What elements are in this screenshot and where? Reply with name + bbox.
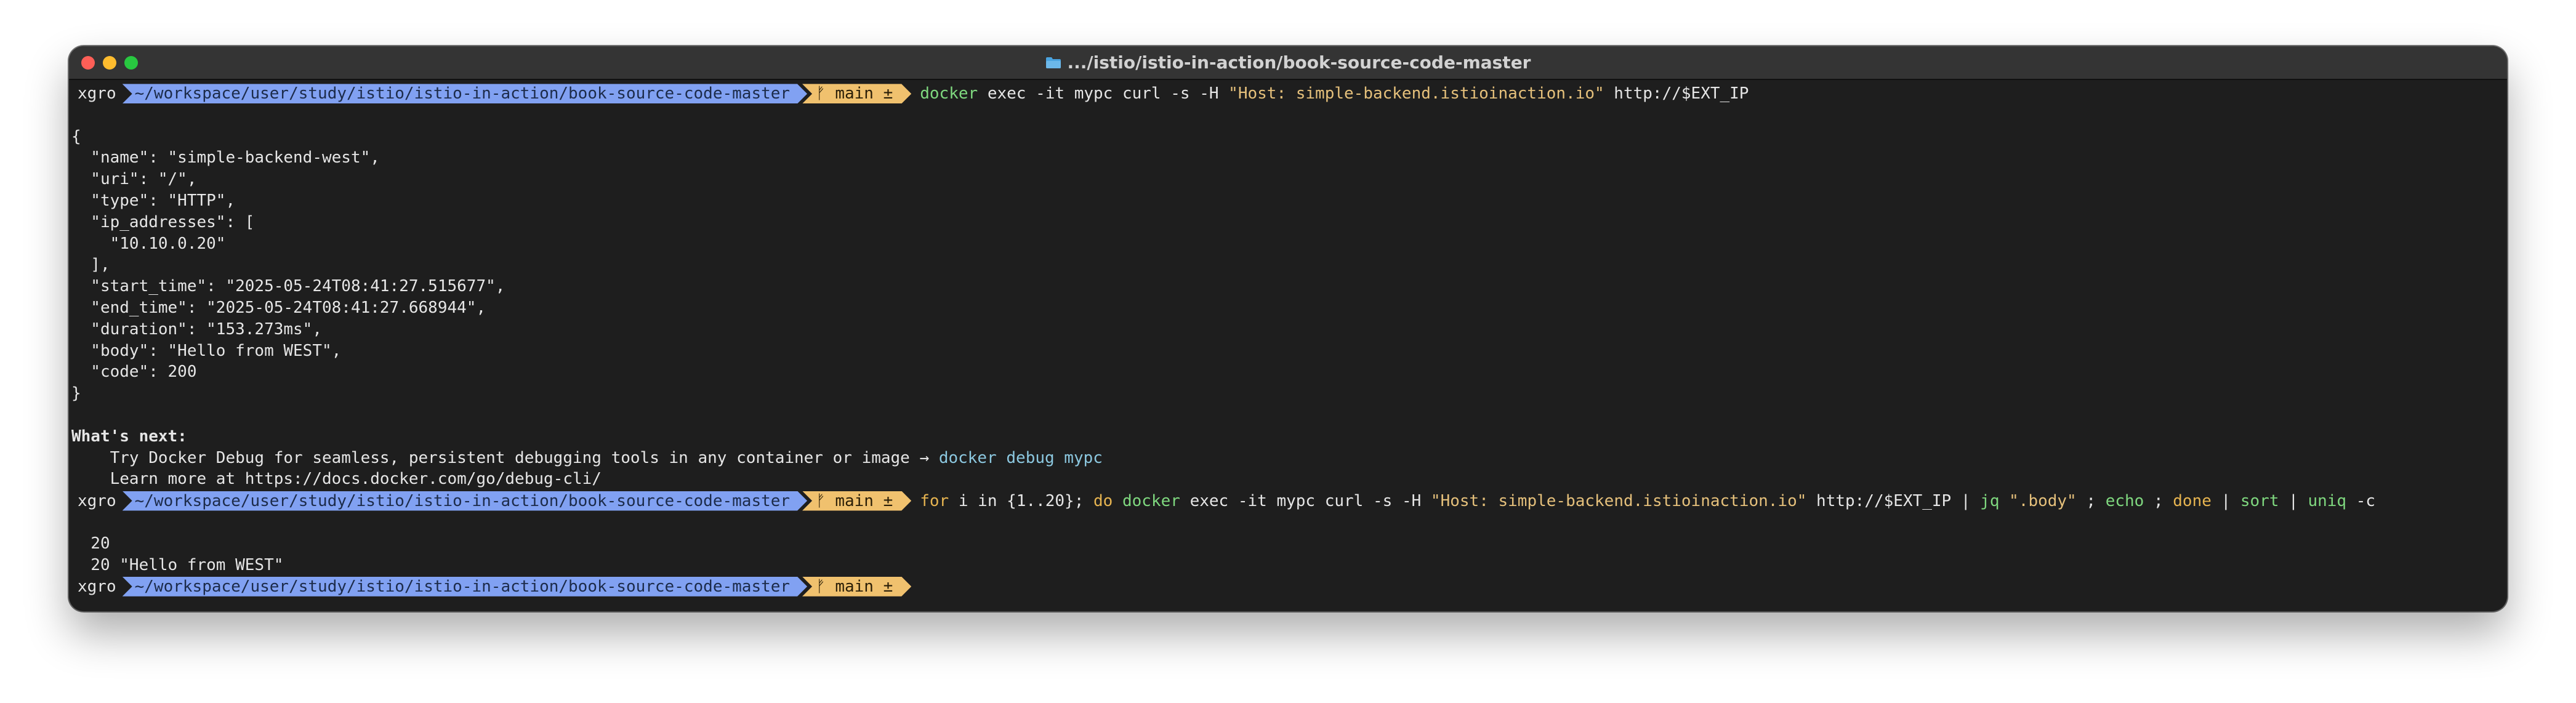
prompt-git-branch: ᚠ main ± (802, 577, 911, 597)
command-1: docker exec -it mypc curl -s -H "Host: s… (920, 84, 1749, 103)
whats-next-learn-more: Learn more at https://docs.docker.com/go… (71, 470, 602, 489)
prompt-path: ~/workspace/user/study/istio/istio-in-ac… (123, 577, 807, 597)
prompt-path: ~/workspace/user/study/istio/istio-in-ac… (123, 84, 807, 103)
whats-next-heading: What's next: (71, 427, 187, 446)
docker-whats-next: What's next: Try Docker Debug for seamle… (71, 426, 2505, 490)
prompt-line-3[interactable]: xgro ~/workspace/user/study/istio/istio-… (71, 576, 2505, 597)
prompt-user: xgro (78, 84, 116, 103)
whats-next-tip: Try Docker Debug for seamless, persisten… (71, 448, 1103, 467)
window-title-text: .../istio/istio-in-action/book-source-co… (1067, 52, 1531, 73)
prompt-user: xgro (78, 491, 116, 510)
prompt-git-branch: ᚠ main ± (802, 491, 911, 511)
docker-debug-command: docker debug mypc (938, 448, 1103, 467)
prompt-line-2: xgro ~/workspace/user/study/istio/istio-… (71, 490, 2505, 512)
terminal-window: .../istio/istio-in-action/book-source-co… (69, 46, 2507, 611)
title-bar: .../istio/istio-in-action/book-source-co… (69, 46, 2507, 80)
prompt-path: ~/workspace/user/study/istio/istio-in-ac… (123, 491, 807, 511)
command-2: for i in {1..20}; do docker exec -it myp… (920, 491, 2376, 510)
command-2-output: 20 20 "Hello from WEST" (71, 534, 284, 574)
command-1-output: { "name": "simple-backend-west", "uri": … (71, 127, 505, 403)
window-title: .../istio/istio-in-action/book-source-co… (69, 46, 2507, 79)
terminal-content[interactable]: xgro ~/workspace/user/study/istio/istio-… (71, 83, 2505, 611)
prompt-line-1: xgro ~/workspace/user/study/istio/istio-… (71, 83, 2505, 105)
folder-icon (1045, 57, 1061, 69)
prompt-git-branch: ᚠ main ± (802, 84, 911, 103)
prompt-user: xgro (78, 577, 116, 596)
